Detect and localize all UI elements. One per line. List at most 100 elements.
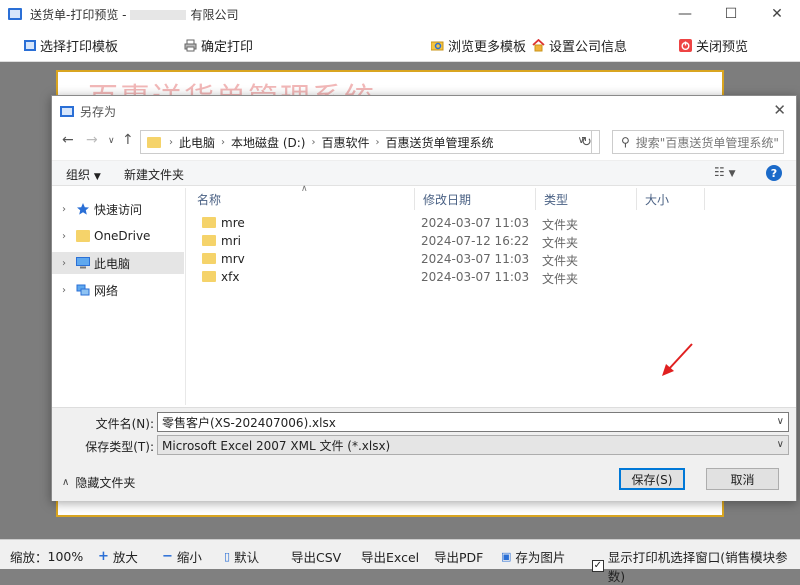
expand-chevron-icon[interactable]: › [56,231,72,242]
filename-dropdown-icon[interactable]: ∨ [777,416,784,427]
organize-button[interactable]: 组织 ▼ [66,166,101,183]
column-header-name[interactable]: 名称 [189,188,415,210]
expand-chevron-icon[interactable]: › [56,204,72,215]
default-zoom-button[interactable]: ▯ 默认 [224,547,259,566]
folder-icon [202,217,216,228]
close-window-button[interactable]: ✕ [754,0,800,28]
file-row[interactable]: mre 2024-03-07 11:03 文件夹 [189,214,795,232]
window-title-prefix: 送货单-打印预览 - [30,7,127,22]
filetype-select[interactable]: Microsoft Excel 2007 XML 文件 (*.xlsx) ∨ [157,435,789,455]
nav-item-onedrive[interactable]: › OneDrive [52,225,184,247]
back-arrow-icon[interactable]: ← [62,132,74,148]
dialog-icon [60,105,74,117]
select-template-button[interactable]: 选择打印模板 [24,36,118,55]
dialog-command-bar: 组织 ▼ 新建文件夹 ☷ ▼ ? [52,160,796,186]
zoom-out-button[interactable]: − 缩小 [162,547,202,566]
nav-item-this-pc[interactable]: › 此电脑 [52,252,184,274]
file-row[interactable]: mri 2024-07-12 16:22 文件夹 [189,232,795,250]
maximize-button[interactable]: ☐ [708,0,754,28]
checkbox-checked-icon: ✓ [592,560,604,572]
zoom-value: 100% [47,549,84,564]
save-image-label: 存为图片 [515,550,566,565]
filename-input[interactable]: 零售客户(XS-202407006).xlsx ∨ [157,412,789,432]
breadcrumb-baihui-software[interactable]: 百惠软件 [321,134,369,151]
redacted-company-name [130,10,187,20]
export-csv-button[interactable]: 导出CSV [291,547,341,566]
organize-label: 组织 [66,168,91,182]
close-preview-button[interactable]: 关闭预览 [679,36,748,55]
address-folder-icon [147,136,161,148]
column-header-type[interactable]: 类型 [536,188,637,210]
help-icon[interactable]: ? [766,165,782,181]
nav-label: 此电脑 [94,256,131,271]
column-header-size[interactable]: 大小 [637,188,705,210]
breadcrumb-this-pc[interactable]: 此电脑 [179,134,215,151]
file-type: 文件夹 [542,272,579,286]
zoom-indicator: 缩放： 100% [10,547,83,566]
nav-item-quick-access[interactable]: › 快速访问 [52,198,184,220]
app-titlebar: 送货单-打印预览 - 有限公司 — ☐ ✕ [0,0,800,28]
navigation-pane: › 快速访问 › OneDrive › 此电脑 › 网络 [52,188,186,405]
up-arrow-icon[interactable]: ↑ [122,132,134,148]
computer-icon [76,257,90,269]
export-pdf-button[interactable]: 导出PDF [434,547,483,566]
refresh-icon[interactable]: ↻ [574,130,600,154]
recent-dropdown-icon[interactable]: ∨ [108,136,115,146]
expand-chevron-icon[interactable]: › [56,258,72,269]
star-icon [76,203,90,215]
forward-arrow-icon[interactable]: → [86,132,98,148]
save-image-button[interactable]: ▣ 存为图片 [501,547,565,566]
filetype-label: 保存类型(T): [85,440,154,454]
minimize-button[interactable]: — [662,0,708,28]
folder-icon [76,230,90,242]
folder-search-icon [430,39,444,52]
save-button[interactable]: 保存(S) [619,468,685,490]
dialog-titlebar: 另存为 ✕ [52,96,796,126]
home-icon [532,38,545,52]
confirm-print-button[interactable]: 确定打印 [184,36,253,55]
file-row[interactable]: xfx 2024-03-07 11:03 文件夹 [189,268,795,286]
view-options-icon[interactable]: ☷ ▼ [714,165,736,179]
breadcrumb-separator-icon: › [375,136,380,148]
nav-item-network[interactable]: › 网络 [52,279,184,301]
breadcrumb-separator-icon: › [169,136,173,148]
company-info-button[interactable]: 设置公司信息 [532,36,627,55]
dialog-close-icon[interactable]: ✕ [773,101,786,119]
browse-templates-label: 浏览更多模板 [448,40,527,55]
zoom-in-label: 放大 [112,550,138,565]
printer-icon [184,39,197,52]
new-folder-button[interactable]: 新建文件夹 [124,166,184,183]
power-icon [679,39,692,52]
export-excel-button[interactable]: 导出Excel [361,547,419,566]
column-header-date[interactable]: 修改日期 [415,188,536,210]
app-toolbar: 选择打印模板 确定打印 浏览更多模板 设置公司信息 关闭预览 [0,28,800,62]
folder-icon [202,271,216,282]
default-label: 默认 [234,550,260,565]
expand-chevron-icon[interactable]: › [56,285,72,296]
zoom-in-button[interactable]: + 放大 [98,547,138,566]
window-controls: — ☐ ✕ [662,0,800,28]
file-date: 2024-03-07 11:03 [421,252,530,266]
dialog-title: 另存为 [80,104,117,119]
file-list: ∧ 名称 修改日期 类型 大小 mre 2024-03-07 11:03 文件夹… [189,184,795,405]
network-icon [76,284,90,296]
breadcrumb-local-disk[interactable]: 本地磁盘 (D:) [231,134,305,151]
annotation-arrow-icon [662,343,693,376]
breadcrumb-current-folder[interactable]: 百惠送货单管理系统 [386,134,494,151]
hide-folders-toggle[interactable]: ∧ 隐藏文件夹 [62,474,135,491]
cancel-button[interactable]: 取消 [706,468,779,490]
window-title: 送货单-打印预览 - 有限公司 [30,6,239,23]
file-name: mri [221,234,241,248]
search-input[interactable]: ⚲ 搜索"百惠送货单管理系统" [612,130,784,154]
zoom-out-label: 缩小 [176,550,202,565]
file-name: mrv [221,252,245,266]
file-date: 2024-03-07 11:03 [421,216,530,230]
confirm-print-label: 确定打印 [201,40,254,55]
collapse-chevron-icon: ∧ [62,477,70,488]
address-bar[interactable]: › 此电脑 › 本地磁盘 (D:) › 百惠软件 › 百惠送货单管理系统 ∨ [140,130,592,154]
filetype-dropdown-icon[interactable]: ∨ [777,439,784,450]
show-printer-dialog-checkbox[interactable]: ✓ 显示打印机选择窗口(销售模块参数) [592,547,800,585]
browse-templates-button[interactable]: 浏览更多模板 [430,36,527,55]
file-row[interactable]: mrv 2024-03-07 11:03 文件夹 [189,250,795,268]
select-template-label: 选择打印模板 [40,40,119,55]
